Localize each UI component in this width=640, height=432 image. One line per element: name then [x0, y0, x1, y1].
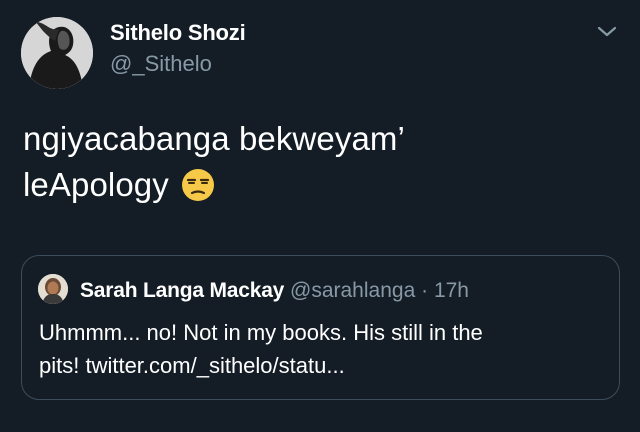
avatar-photo-icon [38, 274, 68, 304]
quoted-author-handle[interactable]: @sarahlanga [290, 279, 415, 302]
chevron-down-icon[interactable] [596, 24, 618, 40]
quoted-text-line: Uhmmm... no! Not in my books. His still … [39, 320, 483, 345]
tweet-card: Sithelo Shozi @_Sithelo ngiyacabanga bek… [0, 0, 640, 432]
avatar-photo-icon [21, 17, 93, 89]
quoted-author-avatar[interactable] [38, 274, 68, 304]
unamused-face-icon [181, 168, 215, 202]
quoted-author-display-name[interactable]: Sarah Langa Mackay [80, 279, 284, 302]
quoted-tweet-header: Sarah Langa Mackay @sarahlanga · 17h [80, 278, 469, 304]
author-block: Sithelo Shozi @_Sithelo [110, 20, 246, 77]
tweet-text-line-content: leApology [23, 166, 169, 203]
author-display-name[interactable]: Sithelo Shozi [110, 20, 246, 46]
meta-separator: · [421, 279, 429, 302]
quoted-text-line[interactable]: pits! twitter.com/_sithelo/statu... [39, 349, 483, 382]
quoted-tweet[interactable]: Sarah Langa Mackay @sarahlanga · 17h Uhm… [21, 255, 620, 400]
tweet-text-line: ngiyacabanga bekweyam’ [23, 120, 405, 157]
author-avatar[interactable] [21, 17, 93, 89]
tweet-text-line: leApology [23, 162, 405, 208]
tweet-text: ngiyacabanga bekweyam’ leApology [23, 116, 405, 208]
author-handle[interactable]: @_Sithelo [110, 51, 246, 77]
quoted-tweet-text: Uhmmm... no! Not in my books. His still … [39, 316, 483, 382]
quoted-tweet-time[interactable]: 17h [434, 279, 469, 302]
